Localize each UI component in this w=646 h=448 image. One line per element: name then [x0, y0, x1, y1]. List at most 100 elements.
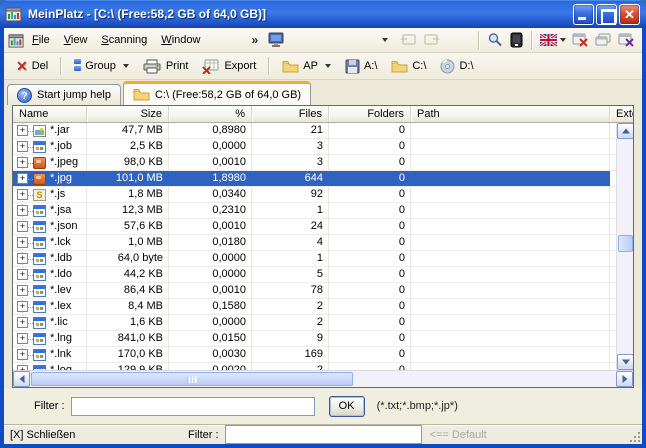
monitor-button[interactable] — [264, 30, 288, 50]
window-file-icon — [33, 349, 46, 361]
path-cell — [411, 203, 610, 218]
column-header-path[interactable]: Path — [411, 106, 610, 122]
drive-c-button[interactable]: C:\ — [385, 57, 432, 76]
menu-scanning[interactable]: Scanning — [94, 31, 154, 49]
table-row[interactable]: +*.lng841,0 KB0,015090 — [13, 331, 616, 347]
table-row[interactable]: +*.ldb64,0 byte0,000010 — [13, 251, 616, 267]
delete-button[interactable]: ✕ Del — [10, 57, 54, 75]
folders-cell: 0 — [329, 187, 411, 202]
title-bar[interactable]: MeinPlatz - [C:\ (Free:58,2 GB of 64,0 G… — [0, 0, 646, 28]
file-pattern-label: *.lic — [50, 315, 68, 330]
table-row[interactable]: +*.jpeg98,0 KB0,001030 — [13, 155, 616, 171]
status-filter-input[interactable] — [225, 425, 422, 444]
tab-drive-c[interactable]: C:\ (Free:58,2 GB of 64,0 GB) — [123, 81, 311, 105]
files-cell: 1 — [252, 251, 329, 266]
table-row[interactable]: +*.log129,9 KB0,002020 — [13, 363, 616, 370]
close-button[interactable] — [619, 4, 640, 25]
scroll-right-button[interactable] — [616, 371, 633, 387]
menu-file[interactable]: File — [25, 31, 57, 49]
minimize-button[interactable] — [573, 4, 594, 25]
app-icon — [5, 6, 23, 22]
close-all-windows-button[interactable] — [615, 31, 638, 49]
path-cell — [411, 139, 610, 154]
vertical-scrollbar[interactable] — [616, 123, 633, 370]
size-cell: 1,8 MB — [87, 187, 169, 202]
resize-grip-icon[interactable] — [628, 430, 640, 442]
table-row[interactable]: +*.jsa12,3 MB0,231010 — [13, 203, 616, 219]
status-close-action[interactable]: [X] Schließen — [10, 429, 188, 441]
vertical-scroll-thumb[interactable] — [618, 235, 633, 252]
table-row[interactable]: +*.js1,8 MB0,0340920 — [13, 187, 616, 203]
expand-icon[interactable]: + — [17, 269, 28, 280]
expand-icon[interactable]: + — [17, 141, 28, 152]
horizontal-scrollbar[interactable] — [13, 370, 633, 387]
table-row[interactable]: +*.lnk170,0 KB0,00301690 — [13, 347, 616, 363]
path-cell — [411, 171, 610, 186]
files-cell: 1 — [252, 203, 329, 218]
filter-ok-button[interactable]: OK — [329, 396, 365, 417]
column-header-folders[interactable]: Folders — [329, 106, 411, 122]
menu-scanning-rest: canning — [109, 34, 148, 46]
path-cell — [411, 347, 610, 362]
scroll-up-button[interactable] — [617, 123, 633, 139]
table-row[interactable]: +*.jpg101,0 MB1,89806440 — [13, 171, 616, 187]
expand-icon[interactable]: + — [17, 301, 28, 312]
expand-icon[interactable]: + — [17, 205, 28, 216]
size-cell: 57,6 KB — [87, 219, 169, 234]
scroll-left-button[interactable] — [13, 371, 30, 387]
table-row[interactable]: +*.lex8,4 MB0,158020 — [13, 299, 616, 315]
expand-icon[interactable]: + — [17, 317, 28, 328]
expand-icon[interactable]: + — [17, 253, 28, 264]
expand-icon[interactable]: + — [17, 125, 28, 136]
expand-icon[interactable]: + — [17, 189, 28, 200]
language-button[interactable] — [537, 32, 569, 48]
close-window-button[interactable] — [569, 31, 592, 49]
folders-cell: 0 — [329, 347, 411, 362]
menu-view[interactable]: View — [57, 31, 95, 49]
table-row[interactable]: +*.ldo44,2 KB0,000050 — [13, 267, 616, 283]
ap-label: AP — [303, 60, 318, 72]
table-row[interactable]: +*.lck1,0 MB0,018040 — [13, 235, 616, 251]
expand-icon[interactable]: + — [17, 157, 28, 168]
tab-start-jump-help[interactable]: ? Start jump help — [7, 84, 121, 105]
print-button[interactable]: Print — [137, 56, 195, 77]
column-header-extension[interactable]: Exte — [610, 106, 633, 122]
search-button[interactable] — [484, 30, 506, 50]
column-header-percent[interactable]: % — [169, 106, 252, 122]
separator — [478, 31, 480, 49]
cascade-windows-button[interactable] — [592, 31, 615, 49]
horizontal-scroll-thumb[interactable] — [31, 372, 353, 386]
drive-a-button[interactable]: A:\ — [339, 56, 383, 77]
expand-icon[interactable]: + — [17, 349, 28, 360]
name-cell: +*.js — [13, 187, 87, 202]
search-icon — [487, 32, 503, 48]
nav-forward-button — [420, 31, 444, 49]
files-cell: 78 — [252, 283, 329, 298]
expand-icon[interactable]: + — [17, 285, 28, 296]
language-dropdown-icon — [560, 38, 566, 42]
table-row[interactable]: +*.lev86,4 KB0,0010780 — [13, 283, 616, 299]
table-row[interactable]: +*.json57,6 KB0,0010240 — [13, 219, 616, 235]
column-header-size[interactable]: Size — [87, 106, 169, 122]
expand-icon[interactable]: + — [17, 173, 28, 184]
percent-cell: 1,8980 — [169, 171, 252, 186]
table-row[interactable]: +*.jar47,7 MB0,8980210 — [13, 123, 616, 139]
expand-icon[interactable]: + — [17, 333, 28, 344]
column-header-name[interactable]: Name — [13, 106, 87, 122]
scroll-down-button[interactable] — [617, 354, 633, 370]
drive-d-button[interactable]: D:\ — [434, 56, 479, 77]
table-row[interactable]: +*.job2,5 KB0,000030 — [13, 139, 616, 155]
combo-dropdown-icon[interactable] — [382, 38, 388, 42]
menu-window[interactable]: Window — [154, 31, 207, 49]
capture-button[interactable] — [506, 30, 527, 50]
ap-folder-button[interactable]: AP — [276, 57, 337, 76]
table-row[interactable]: +*.lic1,6 KB0,000020 — [13, 315, 616, 331]
group-button[interactable]: Group — [68, 56, 135, 76]
filter-input[interactable] — [71, 397, 315, 416]
export-button[interactable]: Export — [196, 56, 262, 77]
column-header-files[interactable]: Files — [252, 106, 329, 122]
expand-icon[interactable]: + — [17, 237, 28, 248]
expand-icon[interactable]: + — [17, 221, 28, 232]
maximize-button[interactable] — [596, 4, 617, 25]
toolbar-overflow-icon[interactable]: » — [251, 33, 258, 47]
